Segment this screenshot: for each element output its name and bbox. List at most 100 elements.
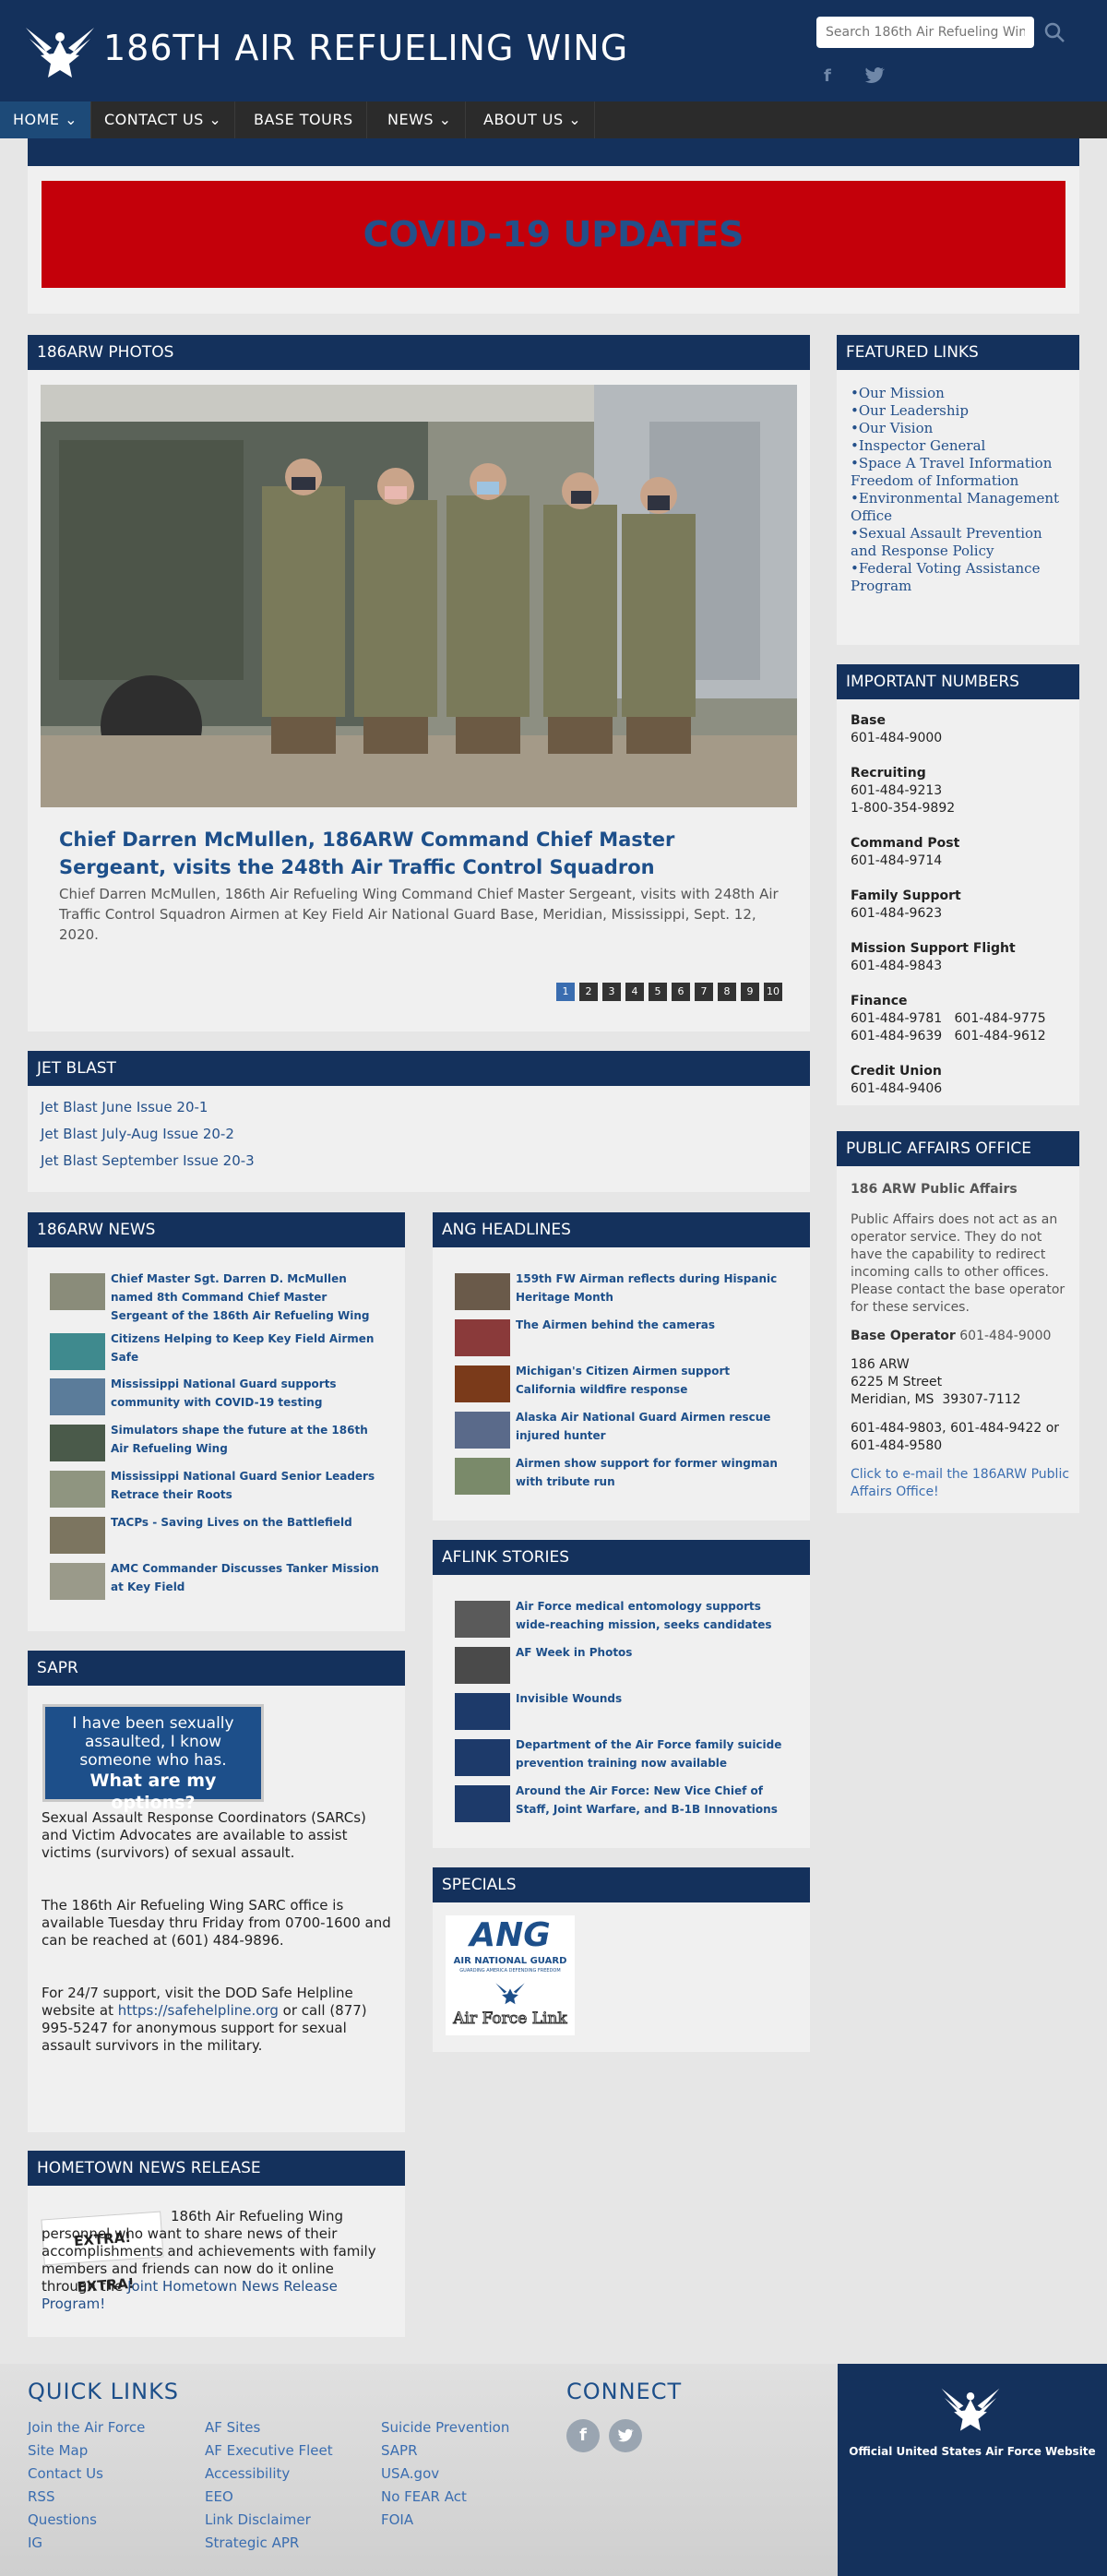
search-input[interactable] — [816, 17, 1034, 48]
news-title[interactable]: AMC Commander Discusses Tanker Mission a… — [111, 1559, 387, 1596]
ang-title[interactable]: Alaska Air National Guard Airmen rescue … — [516, 1408, 792, 1445]
ang-title[interactable]: The Airmen behind the cameras — [516, 1316, 792, 1334]
ang-title[interactable]: Airmen show support for former wingman w… — [516, 1454, 792, 1491]
nav-news[interactable]: NEWS ⌄ — [375, 101, 466, 138]
news-item[interactable]: TACPs - Saving Lives on the Battlefield — [50, 1513, 391, 1554]
news-title[interactable]: Mississippi National Guard Senior Leader… — [111, 1467, 387, 1504]
featured-photo[interactable] — [41, 385, 797, 807]
number-recruiting-value-1: 601-484-9213 — [851, 783, 943, 798]
footer-link[interactable]: Link Disclaimer — [205, 2511, 311, 2528]
ang-item[interactable]: Alaska Air National Guard Airmen rescue … — [455, 1408, 796, 1449]
aflink-title[interactable]: Invisible Wounds — [516, 1689, 792, 1708]
news-title[interactable]: Citizens Helping to Keep Key Field Airme… — [111, 1330, 387, 1366]
news-item[interactable]: Citizens Helping to Keep Key Field Airme… — [50, 1330, 391, 1370]
link-foia[interactable]: Freedom of Information — [851, 472, 1072, 490]
ang-item[interactable]: 159th FW Airman reflects during Hispanic… — [455, 1270, 796, 1310]
aflink-item[interactable]: Around the Air Force: New Vice Chief of … — [455, 1782, 796, 1822]
news-title[interactable]: TACPs - Saving Lives on the Battlefield — [111, 1513, 387, 1532]
twitter-icon[interactable] — [864, 66, 885, 85]
link-inspector-general[interactable]: •Inspector General — [851, 437, 1072, 455]
photo-caption-title[interactable]: Chief Darren McMullen, 186ARW Command Ch… — [59, 826, 788, 881]
footer-link[interactable]: Site Map — [28, 2442, 88, 2459]
footer-link[interactable]: RSS — [28, 2488, 54, 2505]
news-item[interactable]: AMC Commander Discusses Tanker Mission a… — [50, 1559, 391, 1600]
pager-page-7[interactable]: 7 — [695, 983, 713, 1001]
footer-link[interactable]: Contact Us — [28, 2465, 103, 2482]
nav-base-tours[interactable]: BASE TOURS — [241, 101, 367, 138]
sapr-banner[interactable]: I have been sexually assaulted, I know s… — [42, 1704, 264, 1813]
footer-link[interactable]: USA.gov — [381, 2465, 439, 2482]
number-mission-support: Mission Support Flight 601-484-9843 — [851, 940, 1016, 975]
pao-email-link[interactable]: Click to e-mail the 186ARW Public Affair… — [851, 1467, 1069, 1499]
footer-link[interactable]: Accessibility — [205, 2465, 290, 2482]
link-environmental[interactable]: •Environmental Management Office — [851, 490, 1072, 525]
sapr-banner-line-2: assaulted, I know — [84, 1733, 222, 1751]
pager-page-3[interactable]: 3 — [602, 983, 621, 1001]
aflink-title[interactable]: Around the Air Force: New Vice Chief of … — [516, 1782, 792, 1819]
footer-link[interactable]: SAPR — [381, 2442, 418, 2459]
link-our-leadership[interactable]: •Our Leadership — [851, 402, 1072, 420]
pager-page-2[interactable]: 2 — [579, 983, 598, 1001]
news-title[interactable]: Mississippi National Guard supports comm… — [111, 1375, 387, 1412]
ang-item[interactable]: Michigan's Citizen Airmen support Califo… — [455, 1362, 796, 1402]
news-item[interactable]: Mississippi National Guard Senior Leader… — [50, 1467, 391, 1508]
link-sapr-policy[interactable]: •Sexual Assault Prevention and Response … — [851, 525, 1072, 560]
footer-link[interactable]: FOIA — [381, 2511, 413, 2528]
news-item[interactable]: Chief Master Sgt. Darren D. McMullen nam… — [50, 1270, 391, 1322]
safe-helpline-link[interactable]: https://safehelpline.org — [118, 2002, 279, 2019]
nav-contact-us[interactable]: CONTACT US ⌄ — [91, 101, 236, 138]
pager-page-4[interactable]: 4 — [625, 983, 644, 1001]
air-force-logo-icon[interactable] — [26, 20, 94, 81]
site-title[interactable]: 186TH AIR REFUELING WING — [103, 28, 628, 68]
search-icon[interactable] — [1042, 20, 1066, 44]
ang-title[interactable]: Michigan's Citizen Airmen support Califo… — [516, 1362, 792, 1399]
footer-link[interactable]: No FEAR Act — [381, 2488, 467, 2505]
jetblast-link-3[interactable]: Jet Blast September Issue 20-3 — [41, 1152, 255, 1169]
pager-page-9[interactable]: 9 — [741, 983, 759, 1001]
aflink-title[interactable]: Department of the Air Force family suici… — [516, 1735, 792, 1772]
news-item[interactable]: Mississippi National Guard supports comm… — [50, 1375, 391, 1415]
ang-item[interactable]: The Airmen behind the cameras — [455, 1316, 796, 1356]
facebook-icon[interactable]: f — [824, 66, 842, 86]
ang-logo-link[interactable]: ANG AIR NATIONAL GUARD GUARDING AMERICA … — [446, 1915, 575, 1976]
covid-updates-banner[interactable]: COVID-19 UPDATES — [42, 181, 1065, 288]
aflink-title[interactable]: Air Force medical entomology supports wi… — [516, 1597, 792, 1634]
aflink-item[interactable]: AF Week in Photos — [455, 1643, 796, 1684]
aflink-logo-link[interactable]: Air Force Link — [446, 1976, 575, 2035]
footer-link[interactable]: IG — [28, 2534, 42, 2551]
news-item[interactable]: Simulators shape the future at the 186th… — [50, 1421, 391, 1461]
footer-link[interactable]: Suicide Prevention — [381, 2419, 509, 2436]
ang-item[interactable]: Airmen show support for former wingman w… — [455, 1454, 796, 1495]
nav-home[interactable]: HOME ⌄ — [0, 101, 92, 138]
twitter-icon[interactable] — [609, 2419, 642, 2452]
news-title[interactable]: Simulators shape the future at the 186th… — [111, 1421, 387, 1458]
link-our-vision[interactable]: •Our Vision — [851, 420, 1072, 437]
link-our-mission[interactable]: •Our Mission — [851, 385, 1072, 402]
ang-title[interactable]: 159th FW Airman reflects during Hispanic… — [516, 1270, 792, 1306]
aflink-item[interactable]: Invisible Wounds — [455, 1689, 796, 1730]
aflink-item[interactable]: Air Force medical entomology supports wi… — [455, 1597, 796, 1638]
jetblast-link-2[interactable]: Jet Blast July-Aug Issue 20-2 — [41, 1126, 234, 1142]
pager-page-5[interactable]: 5 — [649, 983, 667, 1001]
aflink-item[interactable]: Department of the Air Force family suici… — [455, 1735, 796, 1776]
pager-page-6[interactable]: 6 — [672, 983, 690, 1001]
link-voting-assistance[interactable]: •Federal Voting Assistance Program — [851, 560, 1072, 595]
jetblast-link-1[interactable]: Jet Blast June Issue 20-1 — [41, 1099, 208, 1115]
facebook-icon[interactable]: f — [566, 2419, 600, 2452]
pager-page-10[interactable]: 10 — [764, 983, 782, 1001]
footer-link[interactable]: Strategic APR — [205, 2534, 299, 2551]
link-space-a-travel[interactable]: •Space A Travel Information — [851, 455, 1072, 472]
nav-about-us[interactable]: ABOUT US ⌄ — [470, 101, 596, 138]
footer-link[interactable]: Questions — [28, 2511, 97, 2528]
af-site-label: Official United States Air Force Website — [849, 2445, 1096, 2458]
footer-link[interactable]: AF Sites — [205, 2419, 260, 2436]
aflink-title[interactable]: AF Week in Photos — [516, 1643, 792, 1662]
footer-link[interactable]: Join the Air Force — [28, 2419, 145, 2436]
ang-headlines-panel: ANG HEADLINES 159th FW Airman reflects d… — [433, 1212, 810, 1521]
pager-page-1[interactable]: 1 — [556, 983, 575, 1001]
footer-af-site[interactable]: Official United States Air Force Website — [838, 2364, 1107, 2576]
news-title[interactable]: Chief Master Sgt. Darren D. McMullen nam… — [111, 1270, 387, 1325]
footer-link[interactable]: AF Executive Fleet — [205, 2442, 333, 2459]
pager-page-8[interactable]: 8 — [718, 983, 736, 1001]
footer-link[interactable]: EEO — [205, 2488, 233, 2505]
